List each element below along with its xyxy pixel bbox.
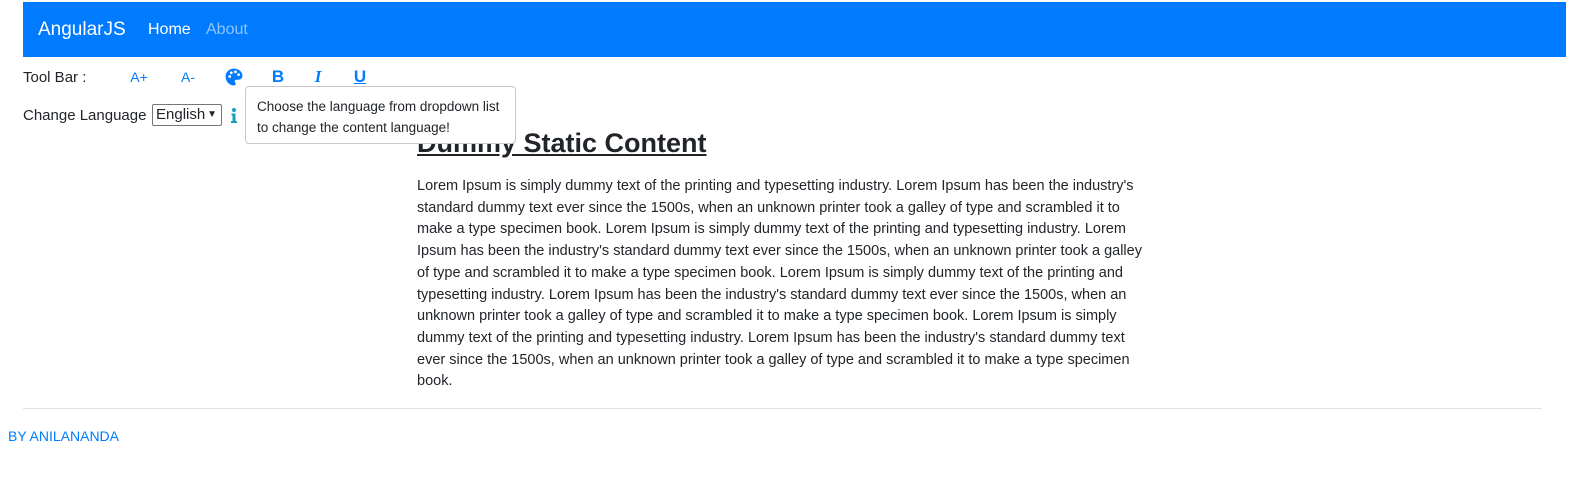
navbar: AngularJS Home About — [23, 2, 1566, 57]
nav-link-home[interactable]: Home — [148, 21, 191, 39]
palette-icon — [225, 68, 243, 86]
footer-credit-link[interactable]: BY ANILANANDA — [8, 428, 119, 444]
underline-button[interactable]: U — [352, 67, 368, 87]
info-icon[interactable] — [229, 105, 239, 125]
chevron-down-icon: ▼ — [207, 109, 217, 120]
divider — [23, 408, 1542, 409]
content-body: Lorem Ipsum is simply dummy text of the … — [417, 178, 1142, 390]
language-select-value: English — [156, 106, 206, 123]
italic-button[interactable]: I — [311, 67, 325, 87]
toolbar-label: Tool Bar : — [23, 69, 87, 86]
language-tooltip: Choose the language from dropdown list t… — [245, 86, 516, 144]
language-select[interactable]: English ▼ — [152, 104, 222, 126]
increase-font-button[interactable]: A+ — [128, 67, 150, 87]
navbar-brand[interactable]: AngularJS — [38, 19, 126, 41]
nav-link-about[interactable]: About — [206, 21, 248, 39]
decrease-font-button[interactable]: A- — [179, 67, 197, 87]
color-palette-button[interactable] — [225, 67, 243, 87]
change-language-label: Change Language : — [23, 107, 155, 124]
bold-button[interactable]: B — [270, 67, 286, 87]
